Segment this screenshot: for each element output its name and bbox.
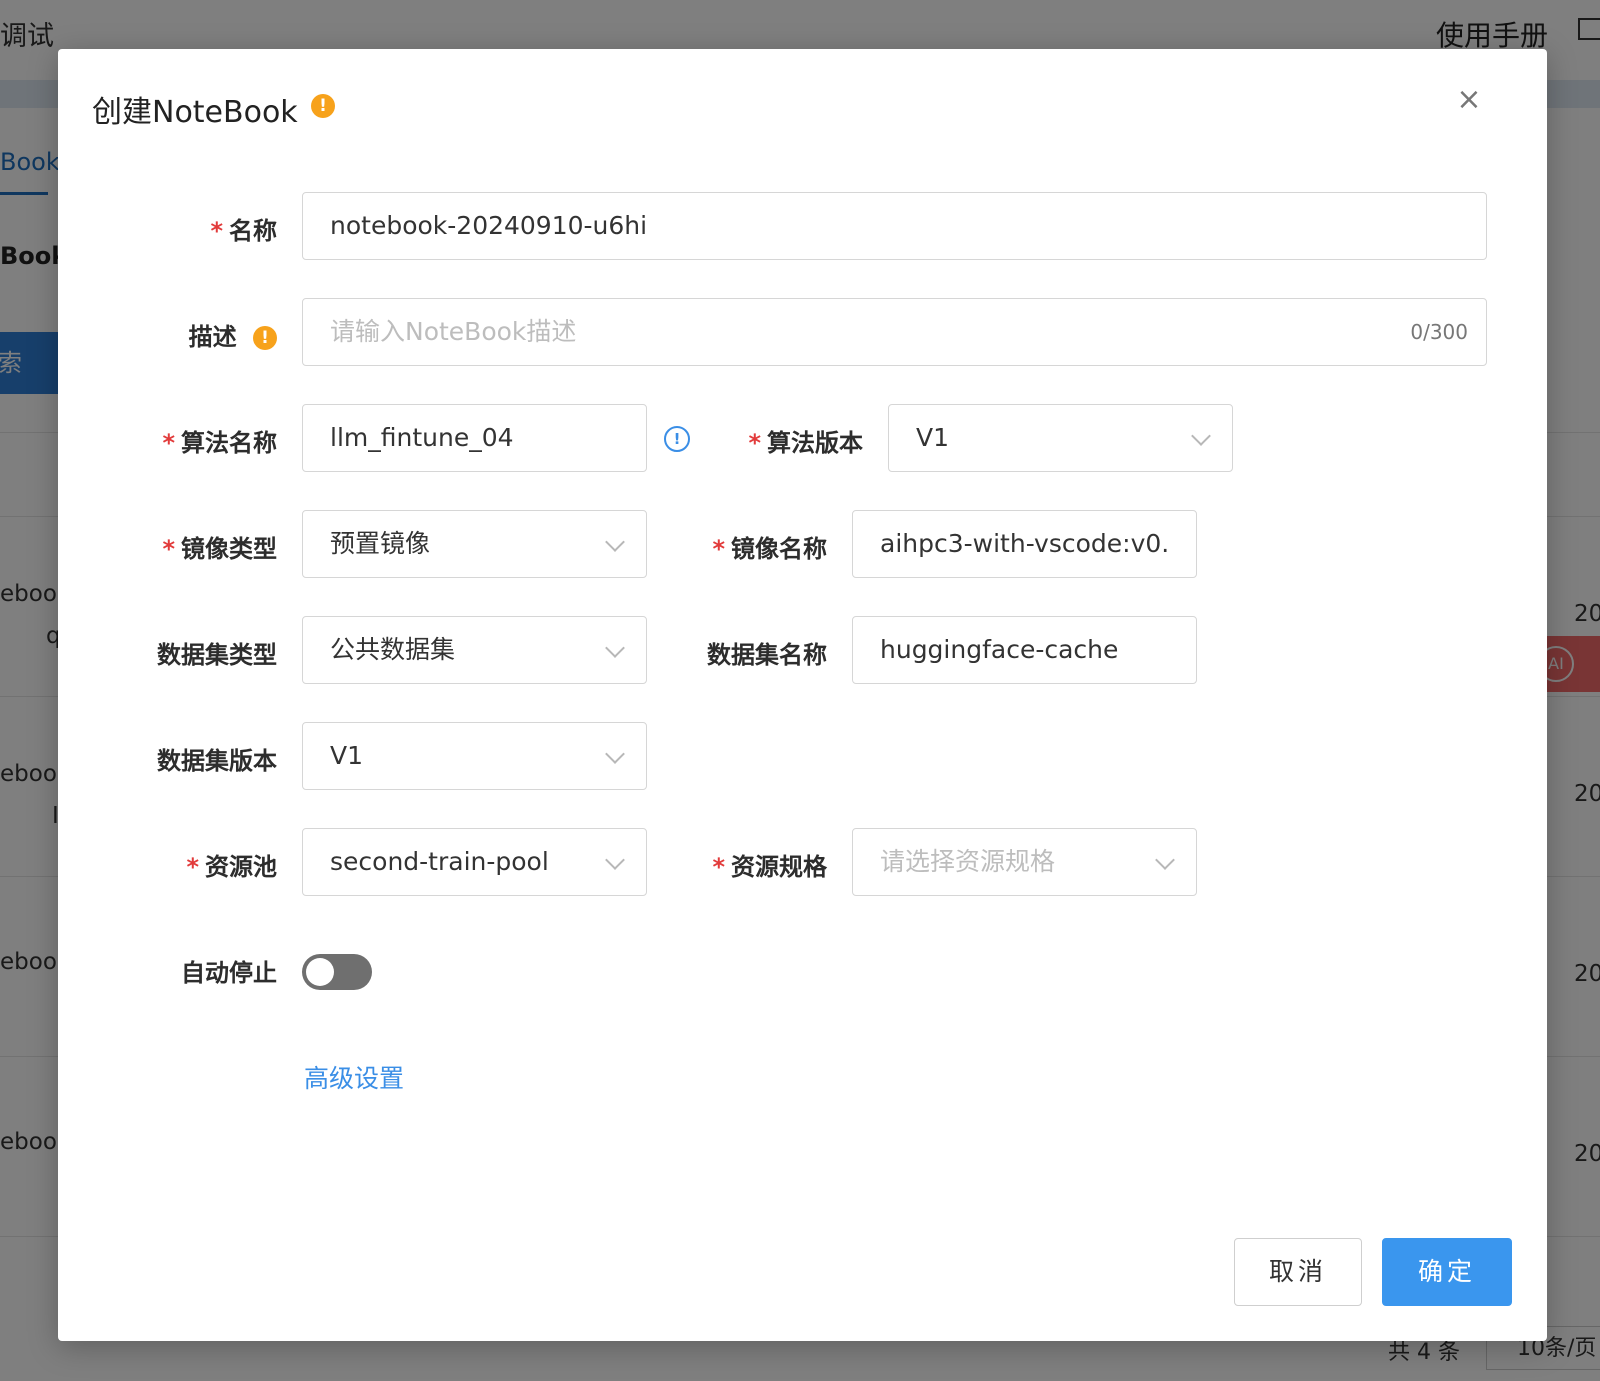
chevron-down-icon	[605, 638, 625, 658]
auto-stop-label-text: 自动停止	[181, 959, 277, 987]
image-name-label: * 镜像名称	[712, 529, 827, 564]
description-label-text: 描述	[188, 323, 237, 351]
image-name-label-text: 镜像名称	[731, 535, 827, 563]
confirm-button[interactable]: 确定	[1382, 1238, 1512, 1306]
required-mark: *	[712, 853, 725, 881]
auto-stop-toggle[interactable]	[302, 954, 372, 990]
dataset-version-select[interactable]: V1	[302, 722, 647, 790]
image-name-value: aihpc3-with-vscode:v0.	[880, 529, 1170, 558]
char-counter: 0/300	[1410, 320, 1468, 344]
algorithm-version-select[interactable]: V1	[888, 404, 1233, 472]
resource-spec-label-text: 资源规格	[731, 853, 827, 881]
toggle-knob	[306, 958, 334, 986]
name-value: notebook-20240910-u6hi	[330, 211, 648, 240]
dataset-version-value: V1	[330, 741, 364, 770]
required-mark: *	[186, 853, 199, 881]
create-notebook-dialog: 创建NoteBook ! × * 名称 notebook-20240910-u6h…	[58, 49, 1547, 1341]
algorithm-name-value: llm_fintune_04	[330, 423, 514, 452]
close-icon[interactable]: ×	[1454, 85, 1484, 115]
required-mark: *	[748, 429, 761, 457]
chevron-down-icon	[605, 744, 625, 764]
name-input[interactable]: notebook-20240910-u6hi	[302, 192, 1487, 260]
dataset-version-label-text: 数据集版本	[157, 747, 277, 775]
dataset-name-label: 数据集名称	[707, 635, 827, 670]
image-type-select[interactable]: 预置镜像	[302, 510, 647, 578]
name-label-text: 名称	[229, 217, 277, 245]
description-input[interactable]: 请输入NoteBook描述 0/300	[302, 298, 1487, 366]
resource-spec-select[interactable]: 请选择资源规格	[852, 828, 1197, 896]
dataset-type-select[interactable]: 公共数据集	[302, 616, 647, 684]
algorithm-version-label-text: 算法版本	[767, 429, 863, 457]
cancel-button[interactable]: 取消	[1234, 1238, 1362, 1306]
dialog-title: 创建NoteBook	[92, 95, 298, 130]
algorithm-name-label: * 算法名称	[162, 423, 277, 458]
resource-pool-label: * 资源池	[186, 847, 277, 882]
resource-pool-value: second-train-pool	[330, 847, 549, 876]
chevron-down-icon	[1155, 850, 1175, 870]
dataset-type-label-text: 数据集类型	[157, 641, 277, 669]
image-type-value: 预置镜像	[330, 529, 431, 558]
info-icon[interactable]: !	[664, 426, 690, 452]
resource-pool-select[interactable]: second-train-pool	[302, 828, 647, 896]
warning-icon[interactable]: !	[253, 326, 277, 350]
resource-spec-placeholder: 请选择资源规格	[880, 847, 1056, 876]
description-placeholder: 请输入NoteBook描述	[330, 317, 577, 346]
description-label: 描述 !	[189, 317, 277, 352]
algorithm-name-input[interactable]: llm_fintune_04	[302, 404, 647, 472]
dataset-name-value: huggingface-cache	[880, 635, 1119, 664]
required-mark: *	[712, 535, 725, 563]
required-mark: *	[210, 217, 223, 245]
image-type-label-text: 镜像类型	[181, 535, 277, 563]
image-name-input[interactable]: aihpc3-with-vscode:v0.	[852, 510, 1197, 578]
algorithm-version-label: * 算法版本	[748, 423, 863, 458]
resource-spec-label: * 资源规格	[712, 847, 827, 882]
dataset-type-value: 公共数据集	[330, 635, 456, 664]
chevron-down-icon	[605, 850, 625, 870]
algorithm-name-label-text: 算法名称	[181, 429, 277, 457]
name-label: * 名称	[210, 211, 277, 246]
image-type-label: * 镜像类型	[162, 529, 277, 564]
required-mark: *	[162, 535, 175, 563]
dataset-name-label-text: 数据集名称	[707, 641, 827, 669]
chevron-down-icon	[1191, 426, 1211, 446]
auto-stop-label: 自动停止	[181, 953, 277, 988]
chevron-down-icon	[605, 532, 625, 552]
warning-icon[interactable]: !	[311, 94, 335, 118]
dataset-version-label: 数据集版本	[157, 741, 277, 776]
resource-pool-label-text: 资源池	[205, 853, 277, 881]
advanced-settings-link[interactable]: 高级设置	[304, 1059, 404, 1095]
dataset-name-input[interactable]: huggingface-cache	[852, 616, 1197, 684]
required-mark: *	[162, 429, 175, 457]
dataset-type-label: 数据集类型	[157, 635, 277, 670]
algorithm-version-value: V1	[916, 423, 950, 452]
